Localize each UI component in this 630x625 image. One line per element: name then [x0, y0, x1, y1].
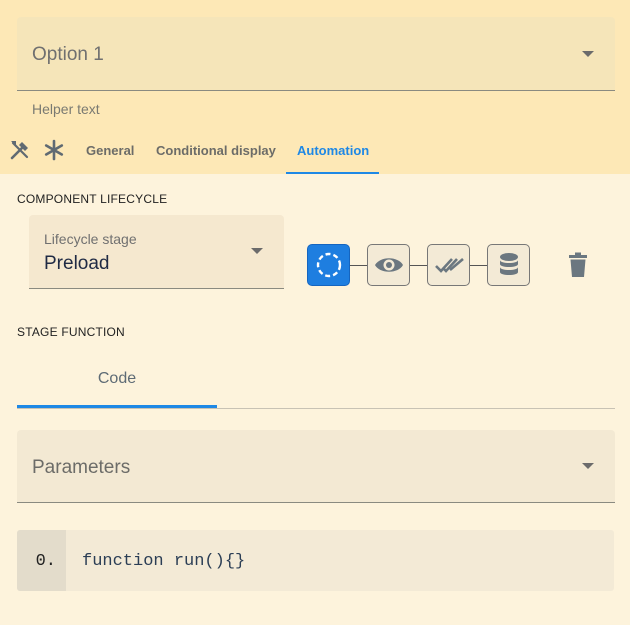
option-select-value: Option 1 [32, 44, 104, 65]
loading-circle-icon [316, 252, 341, 278]
code-editor[interactable]: 0. function run(){} [17, 530, 614, 591]
tools-icon[interactable] [8, 138, 32, 162]
chevron-down-icon [251, 248, 263, 254]
stage-button-preload[interactable] [307, 244, 350, 286]
lifecycle-stage-select[interactable]: Lifecycle stage Preload [29, 215, 284, 289]
active-tab-indicator [286, 172, 379, 174]
stage-connector [350, 265, 367, 266]
lifecycle-stage-value: Preload [44, 253, 110, 274]
component-lifecycle-heading: COMPONENT LIFECYCLE [17, 192, 168, 206]
chevron-down-icon [582, 51, 594, 57]
asterisk-icon[interactable] [42, 138, 66, 162]
stage-button-validate[interactable] [427, 244, 470, 286]
active-tab-indicator [17, 405, 217, 408]
stage-button-view[interactable] [367, 244, 410, 286]
helper-text: Helper text [32, 101, 100, 117]
parameters-select[interactable]: Parameters [17, 430, 615, 503]
trash-icon[interactable] [566, 252, 590, 278]
eye-icon [374, 258, 403, 272]
option-select[interactable]: Option 1 [17, 17, 615, 91]
line-number: 0. [17, 530, 66, 591]
parameters-label: Parameters [32, 457, 131, 478]
chevron-down-icon [582, 463, 594, 469]
stage-button-data[interactable] [487, 244, 530, 286]
stage-connector [470, 265, 487, 266]
lifecycle-stage-label: Lifecycle stage [44, 231, 137, 247]
stage-function-heading: STAGE FUNCTION [17, 325, 125, 339]
code-line[interactable]: function run(){} [82, 552, 245, 571]
tabs-divider [17, 408, 615, 409]
tab-conditional-display[interactable]: Conditional display [156, 143, 276, 158]
double-check-icon [434, 258, 464, 273]
tab-general[interactable]: General [86, 143, 134, 158]
stage-connector [410, 265, 427, 266]
tab-code[interactable]: Code [17, 352, 217, 408]
database-icon [499, 253, 518, 275]
tab-automation[interactable]: Automation [297, 143, 369, 158]
